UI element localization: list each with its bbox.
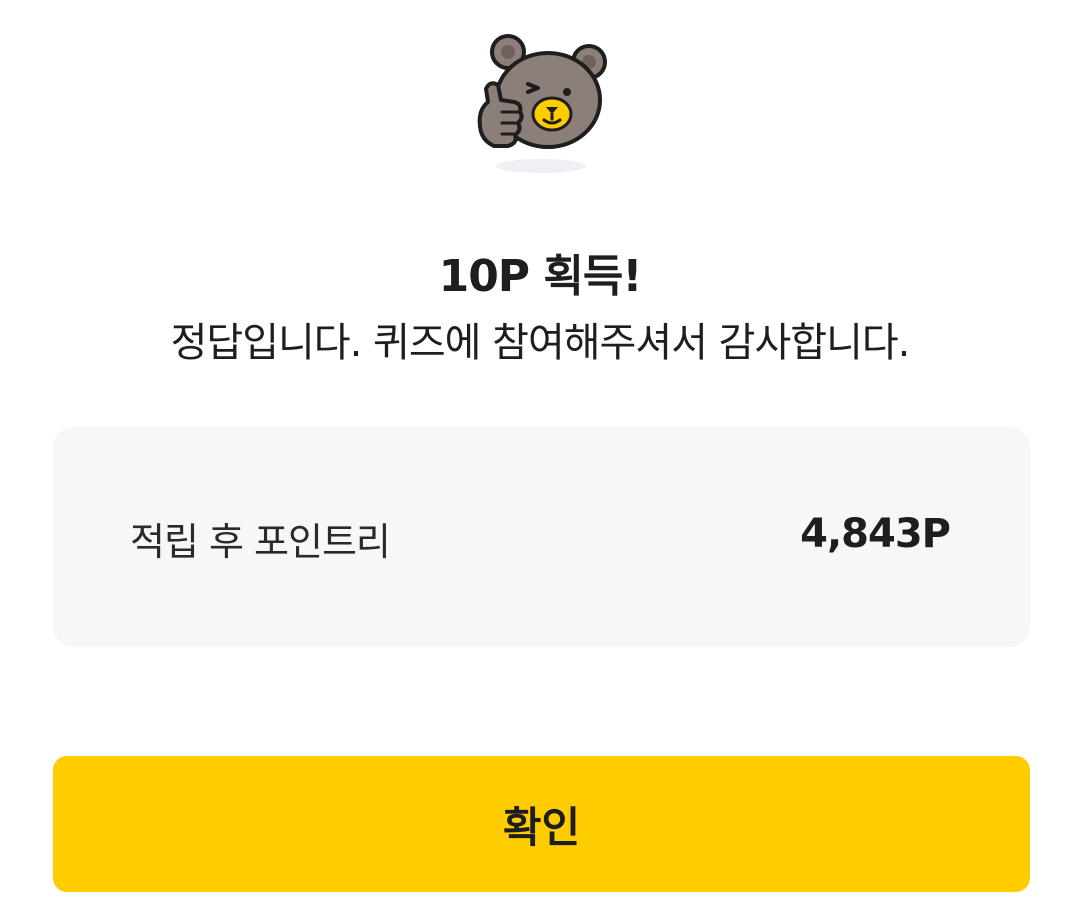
points-balance: 4,843P (800, 511, 951, 557)
bear-thumbs-up-icon (477, 34, 607, 173)
points-summary-card: 적립 후 포인트리 4,843P (53, 427, 1030, 647)
reward-message: 정답입니다. 퀴즈에 참여해주셔서 감사합니다. (170, 320, 911, 366)
points-label: 적립 후 포인트리 (130, 520, 391, 564)
reward-title: 10P 획득! (438, 251, 643, 302)
confirm-button[interactable]: 확인 (53, 756, 1030, 892)
quiz-reward-screen: 10P 획득! 정답입니다. 퀴즈에 참여해주셔서 감사합니다. 적립 후 포인… (0, 0, 1080, 924)
